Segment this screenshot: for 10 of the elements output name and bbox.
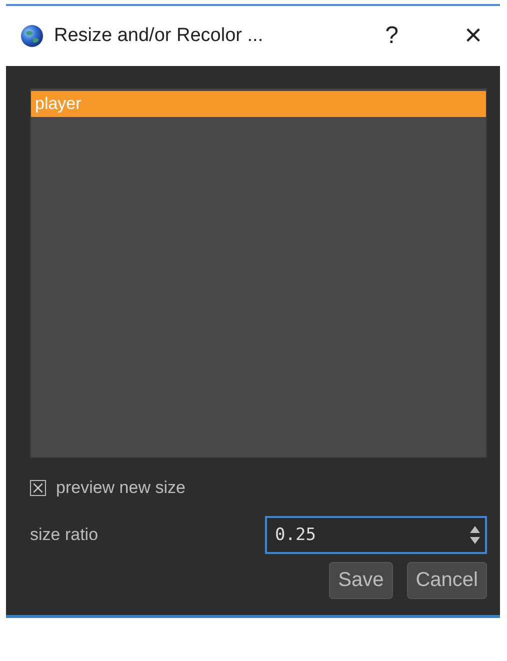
spin-box[interactable]: 0.25 xyxy=(265,516,487,554)
window-title: Resize and/or Recolor ... xyxy=(54,25,264,47)
close-button[interactable]: × xyxy=(456,19,490,53)
app-globe-icon xyxy=(20,24,44,48)
checkbox-label: preview new size xyxy=(56,478,186,498)
cancel-button[interactable]: Cancel xyxy=(406,562,487,599)
save-button[interactable]: Save xyxy=(329,562,393,599)
checkbox[interactable] xyxy=(30,480,46,496)
field-label: size ratio xyxy=(30,525,98,545)
help-button[interactable]: ? xyxy=(377,22,406,50)
